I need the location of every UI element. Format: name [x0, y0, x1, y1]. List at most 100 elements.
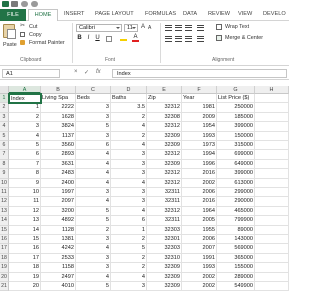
header-cell[interactable]: Zip: [147, 94, 182, 104]
tab-insert[interactable]: INSERT: [64, 11, 84, 17]
row-header[interactable]: 16: [0, 235, 9, 245]
bold-button[interactable]: B: [76, 35, 83, 42]
table-cell[interactable]: 1993: [182, 263, 217, 273]
table-cell[interactable]: 32309: [147, 141, 182, 151]
table-cell[interactable]: 32310: [147, 253, 182, 264]
table-cell[interactable]: [255, 188, 289, 198]
row-header[interactable]: 10: [0, 178, 9, 188]
tab-review[interactable]: REVIEW: [208, 11, 230, 17]
table-cell[interactable]: [255, 263, 289, 273]
row-header[interactable]: 19: [0, 263, 9, 273]
table-cell[interactable]: 15: [9, 235, 41, 245]
table-cell[interactable]: 32312: [147, 169, 182, 179]
table-cell[interactable]: 9: [9, 178, 41, 188]
table-cell[interactable]: 365000: [217, 253, 255, 264]
table-cell[interactable]: 2002: [182, 272, 217, 282]
table-cell[interactable]: 2: [9, 112, 41, 123]
table-cell[interactable]: 1: [9, 103, 41, 113]
table-cell[interactable]: 290000: [217, 197, 255, 207]
row-header[interactable]: 4: [0, 122, 9, 132]
table-cell[interactable]: 3560: [41, 141, 76, 151]
table-cell[interactable]: 32309: [147, 263, 182, 273]
table-cell[interactable]: 2: [111, 253, 147, 264]
table-cell[interactable]: 2097: [41, 197, 76, 207]
table-cell[interactable]: 1128: [41, 225, 76, 235]
header-cell[interactable]: Beds: [76, 94, 111, 104]
table-cell[interactable]: 1628: [41, 112, 76, 123]
table-cell[interactable]: 32311: [147, 197, 182, 207]
table-cell[interactable]: 6: [9, 150, 41, 160]
table-cell[interactable]: 2483: [41, 169, 76, 179]
row-header[interactable]: 7: [0, 150, 9, 160]
header-cell[interactable]: Living Spa: [41, 94, 76, 104]
row-header[interactable]: 12: [0, 197, 9, 207]
table-cell[interactable]: 1981: [182, 103, 217, 113]
undo-icon[interactable]: [21, 1, 28, 7]
redo-icon[interactable]: [31, 1, 38, 7]
table-cell[interactable]: [255, 141, 289, 151]
table-cell[interactable]: 185000: [217, 112, 255, 123]
table-cell[interactable]: 143000: [217, 235, 255, 245]
table-cell[interactable]: [255, 159, 289, 170]
table-cell[interactable]: 4: [9, 131, 41, 141]
table-cell[interactable]: [255, 169, 289, 179]
table-cell[interactable]: 569000: [217, 244, 255, 254]
tab-formulas[interactable]: FORMULAS: [145, 11, 176, 17]
table-cell[interactable]: 32312: [147, 103, 182, 113]
table-cell[interactable]: 4: [76, 159, 111, 170]
table-cell[interactable]: 3: [111, 188, 147, 198]
table-cell[interactable]: 2222: [41, 103, 76, 113]
table-cell[interactable]: 4: [111, 206, 147, 217]
table-cell[interactable]: 18: [9, 263, 41, 273]
table-cell[interactable]: 2: [111, 235, 147, 245]
enter-icon[interactable]: ✓: [84, 69, 89, 76]
row-header[interactable]: 8: [0, 159, 9, 170]
table-cell[interactable]: 5: [76, 282, 111, 292]
column-header[interactable]: G: [217, 86, 255, 94]
cut-button[interactable]: Cut: [29, 24, 37, 30]
table-cell[interactable]: 32303: [147, 244, 182, 254]
table-cell[interactable]: 3824: [41, 122, 76, 132]
row-header[interactable]: 3: [0, 112, 9, 123]
table-cell[interactable]: 32312: [147, 150, 182, 160]
table-cell[interactable]: 465000: [217, 206, 255, 217]
table-cell[interactable]: 32311: [147, 216, 182, 226]
table-cell[interactable]: 1973: [182, 141, 217, 151]
table-cell[interactable]: 32309: [147, 282, 182, 292]
indent-icon[interactable]: [197, 36, 204, 42]
table-cell[interactable]: 2497: [41, 272, 76, 282]
merge-center-button[interactable]: Merge & Center: [225, 35, 263, 41]
row-header[interactable]: 2: [0, 103, 9, 113]
table-cell[interactable]: [255, 206, 289, 217]
table-cell[interactable]: 4: [76, 244, 111, 254]
table-cell[interactable]: 1158: [41, 263, 76, 273]
table-cell[interactable]: 4: [76, 197, 111, 207]
table-cell[interactable]: 32301: [147, 235, 182, 245]
format-painter-button[interactable]: Format Painter: [29, 40, 65, 46]
table-cell[interactable]: 2: [111, 263, 147, 273]
table-cell[interactable]: [255, 178, 289, 188]
align-bottom-icon[interactable]: [185, 25, 192, 31]
row-header[interactable]: 11: [0, 188, 9, 198]
spreadsheet-grid[interactable]: A B C D E F G H 1 Index Living Spa Beds Baths Zip Year…: [0, 86, 289, 300]
table-cell[interactable]: 2893: [41, 150, 76, 160]
table-cell[interactable]: 2005: [182, 216, 217, 226]
table-cell[interactable]: 3: [76, 131, 111, 141]
cancel-icon[interactable]: ×: [74, 69, 78, 75]
row-header[interactable]: 6: [0, 141, 9, 151]
table-cell[interactable]: 32309: [147, 272, 182, 282]
table-cell[interactable]: [255, 131, 289, 141]
table-cell[interactable]: 3: [111, 169, 147, 179]
font-name-select[interactable]: Calibri: [76, 24, 122, 32]
row-header[interactable]: 15: [0, 225, 9, 235]
header-cell[interactable]: Baths: [111, 94, 147, 104]
table-cell[interactable]: 5: [9, 141, 41, 151]
table-cell[interactable]: 3: [111, 159, 147, 170]
table-cell[interactable]: 250000: [217, 103, 255, 113]
table-cell[interactable]: 2016: [182, 197, 217, 207]
table-cell[interactable]: [255, 150, 289, 160]
table-cell[interactable]: 3: [111, 282, 147, 292]
table-cell[interactable]: 5: [111, 244, 147, 254]
table-cell[interactable]: [255, 235, 289, 245]
row-header[interactable]: 18: [0, 253, 9, 264]
